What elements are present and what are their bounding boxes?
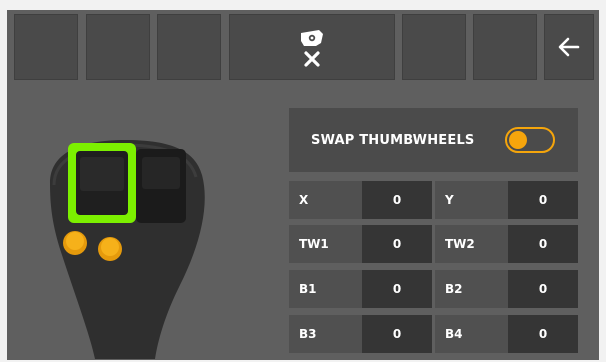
- back-button[interactable]: [544, 14, 594, 80]
- toolbar-camera-close-button[interactable]: [229, 14, 395, 80]
- reading-value: 0: [362, 181, 432, 219]
- reading-value: 0: [508, 181, 578, 219]
- toolbar-slot-6[interactable]: [473, 14, 537, 80]
- reading-label: B2: [435, 270, 508, 308]
- reading-label: X: [289, 181, 362, 219]
- reading-y: Y 0: [435, 181, 578, 219]
- swap-thumbwheels-toggle[interactable]: [505, 127, 555, 153]
- reading-value: 0: [362, 270, 432, 308]
- reading-label: B4: [435, 315, 508, 353]
- reading-b3: B3 0: [289, 315, 432, 353]
- toolbar-slot-2[interactable]: [86, 14, 150, 80]
- swap-thumbwheels-label: SWAP THUMBWHEELS: [311, 132, 475, 148]
- reading-value: 0: [508, 270, 578, 308]
- reading-label: B3: [289, 315, 362, 353]
- reading-tw1: TW1 0: [289, 225, 432, 263]
- reading-x: X 0: [289, 181, 432, 219]
- arrow-left-icon: [558, 37, 580, 57]
- reading-value: 0: [362, 225, 432, 263]
- toggle-knob: [509, 131, 527, 149]
- reading-label: TW1: [289, 225, 362, 263]
- toolbar-slot-1[interactable]: [14, 14, 78, 80]
- reading-value: 0: [508, 315, 578, 353]
- toolbar-slot-3[interactable]: [157, 14, 221, 80]
- camera-x-icon: [301, 30, 323, 67]
- joystick-illustration: [50, 140, 205, 359]
- toolbar-slot-5[interactable]: [402, 14, 466, 80]
- reading-b1: B1 0: [289, 270, 432, 308]
- reading-value: 0: [508, 225, 578, 263]
- reading-value: 0: [362, 315, 432, 353]
- reading-label: Y: [435, 181, 508, 219]
- reading-label: TW2: [435, 225, 508, 263]
- reading-b2: B2 0: [435, 270, 578, 308]
- reading-tw2: TW2 0: [435, 225, 578, 263]
- reading-label: B1: [289, 270, 362, 308]
- reading-b4: B4 0: [435, 315, 578, 353]
